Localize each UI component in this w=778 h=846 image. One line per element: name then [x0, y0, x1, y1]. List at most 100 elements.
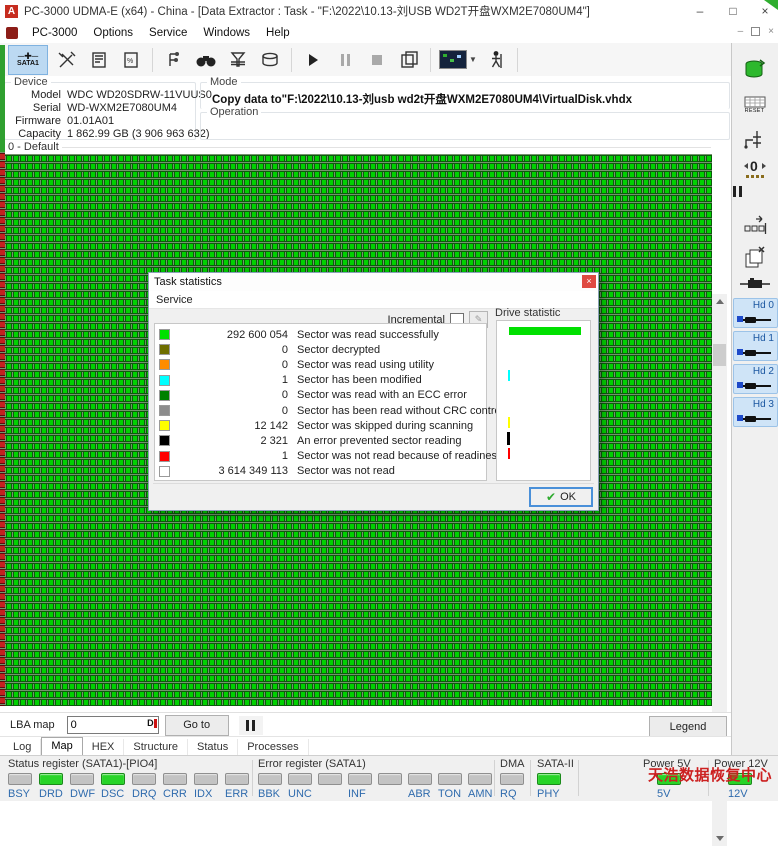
device-capacity-value: 1 862.99 GB (3 906 963 632) [67, 128, 210, 140]
dma-group: DMA RQ [500, 758, 531, 800]
title-bar: A PC-3000 UDMA-E (x64) - China - [Data E… [0, 0, 778, 22]
tab-hex[interactable]: HEX [83, 739, 125, 756]
pause-button[interactable] [332, 46, 358, 74]
sata2-title: SATA-II [537, 758, 574, 770]
stat-row: 0 Sector decrypted [155, 342, 486, 357]
maximize-button[interactable]: □ [716, 0, 750, 22]
tab-map[interactable]: Map [41, 737, 83, 756]
menu-windows[interactable]: Windows [195, 24, 258, 42]
goto-button[interactable]: Go to [164, 714, 229, 736]
led-indicator [132, 773, 156, 785]
check-icon: ✔ [546, 490, 557, 504]
scroll-up-button[interactable] [712, 294, 727, 309]
led-indicator [348, 773, 372, 785]
stat-value: 3 614 349 113 [218, 465, 288, 478]
dialog-title-bar[interactable]: Task statistics × [149, 273, 598, 291]
stat-label: Sector was read successfully [297, 328, 439, 341]
window-edge-strip [0, 45, 5, 152]
stat-value: 1 [281, 374, 288, 387]
statusbar-divider [530, 760, 531, 796]
tab-log[interactable]: Log [4, 739, 42, 756]
tab-structure[interactable]: Structure [124, 739, 189, 756]
led-indicator [378, 773, 402, 785]
start-button[interactable] [300, 46, 326, 74]
device-model-row: Model WDC WD20SDRW-11VUUS0 [31, 89, 212, 101]
stat-value: 2 321 [260, 434, 288, 447]
legend-button[interactable]: Legend [649, 716, 727, 737]
menu-service[interactable]: Service [141, 24, 195, 42]
sidebar-item-hd0[interactable]: Hd 0 [733, 298, 778, 328]
stat-row: 0 Sector was read with an ECC error [155, 388, 486, 403]
scroll-down-button[interactable] [712, 831, 727, 846]
sidebar-pause-button[interactable] [731, 186, 778, 197]
utility-tools-button[interactable] [54, 46, 80, 74]
menu-pc3000[interactable]: PC-3000 [24, 24, 85, 42]
report-percent-button[interactable]: % [118, 46, 144, 74]
toolbar-separator [430, 47, 431, 72]
stat-label: Sector has been read without CRC control [297, 404, 504, 417]
mdi-minimize-icon[interactable]: – [738, 26, 744, 37]
led-dsc: DSC [101, 773, 132, 800]
mode-value: Copy data to"F:\2022\10.13-刘usb wd2t开盘WX… [212, 94, 632, 106]
view-mode-button[interactable]: ▼ [439, 46, 477, 74]
stat-row: 0 Sector has been read without CRC contro… [155, 403, 503, 418]
led-idx: IDX [194, 773, 225, 800]
stat-color-chip [159, 374, 170, 386]
sidebar-item-hd2[interactable]: Hd 2 [733, 364, 778, 394]
dialog-menu-service[interactable]: Service [149, 292, 200, 308]
head-select-button[interactable] [731, 278, 778, 290]
container-button[interactable] [257, 46, 283, 74]
filter-button[interactable] [225, 46, 251, 74]
clamp-button[interactable] [161, 46, 187, 74]
database-copy-button[interactable] [731, 58, 778, 82]
ok-button[interactable]: ✔ OK [529, 487, 593, 507]
led-unlabeled [318, 773, 348, 800]
tab-status[interactable]: Status [188, 739, 239, 756]
mdi-restore-icon[interactable] [751, 27, 761, 36]
tab-processes[interactable]: Processes [238, 739, 309, 756]
dec-hex-toggle-icon[interactable]: D [147, 718, 157, 729]
stat-value: 1 [281, 450, 288, 463]
stat-label: Sector was read using utility [297, 358, 434, 371]
led-inf: INF [348, 773, 378, 800]
task-statistics-button[interactable] [396, 46, 422, 74]
mdi-close-icon[interactable]: × [768, 26, 774, 37]
led-dwf: DWF [70, 773, 101, 800]
stat-label: Sector was read with an ECC error [297, 389, 467, 402]
map-pause-button[interactable] [238, 715, 263, 735]
binoculars-icon [196, 55, 216, 66]
stop-button[interactable] [364, 46, 390, 74]
led-abr: ABR [408, 773, 438, 800]
script-button[interactable] [86, 46, 112, 74]
stat-row: 12 142 Sector was skipped during scanning [155, 418, 486, 433]
drive-bar-read-ok [509, 327, 581, 335]
stat-label: Sector was not read [297, 465, 395, 478]
zero-fill-button[interactable]: 0 [731, 158, 778, 179]
device-serial-row: Serial WD-WXM2E7080UM4 [32, 102, 178, 114]
led-ton: TON [438, 773, 468, 800]
sidebar-item-hd3[interactable]: Hd 3 [733, 397, 778, 427]
lba-input[interactable] [67, 718, 143, 732]
menu-options[interactable]: Options [85, 24, 141, 42]
scrollbar-thumb[interactable] [713, 344, 726, 366]
exit-task-button[interactable] [483, 46, 509, 74]
minimize-button[interactable]: – [683, 0, 717, 22]
stat-label: An error prevented sector reading [297, 434, 462, 447]
jumper-button[interactable] [731, 130, 778, 152]
dialog-close-button[interactable]: × [582, 275, 596, 288]
sata-port-button[interactable]: ─✚─ SATA1 [8, 44, 48, 75]
search-button[interactable] [193, 46, 219, 74]
pause-icon [246, 719, 250, 731]
blocks-jump-button[interactable] [731, 214, 778, 238]
reset-button[interactable]: RESET [731, 96, 778, 114]
menu-help[interactable]: Help [258, 24, 298, 42]
stat-color-chip [159, 435, 170, 447]
funnel-icon [230, 51, 246, 67]
led-indicator [468, 773, 492, 785]
clamp-icon [169, 51, 179, 66]
pause-icon [340, 53, 344, 66]
led-indicator [70, 773, 94, 785]
drive-mark-readiness [508, 448, 510, 459]
sidebar-item-hd1[interactable]: Hd 1 [733, 331, 778, 361]
close-maps-button[interactable] [731, 246, 778, 270]
